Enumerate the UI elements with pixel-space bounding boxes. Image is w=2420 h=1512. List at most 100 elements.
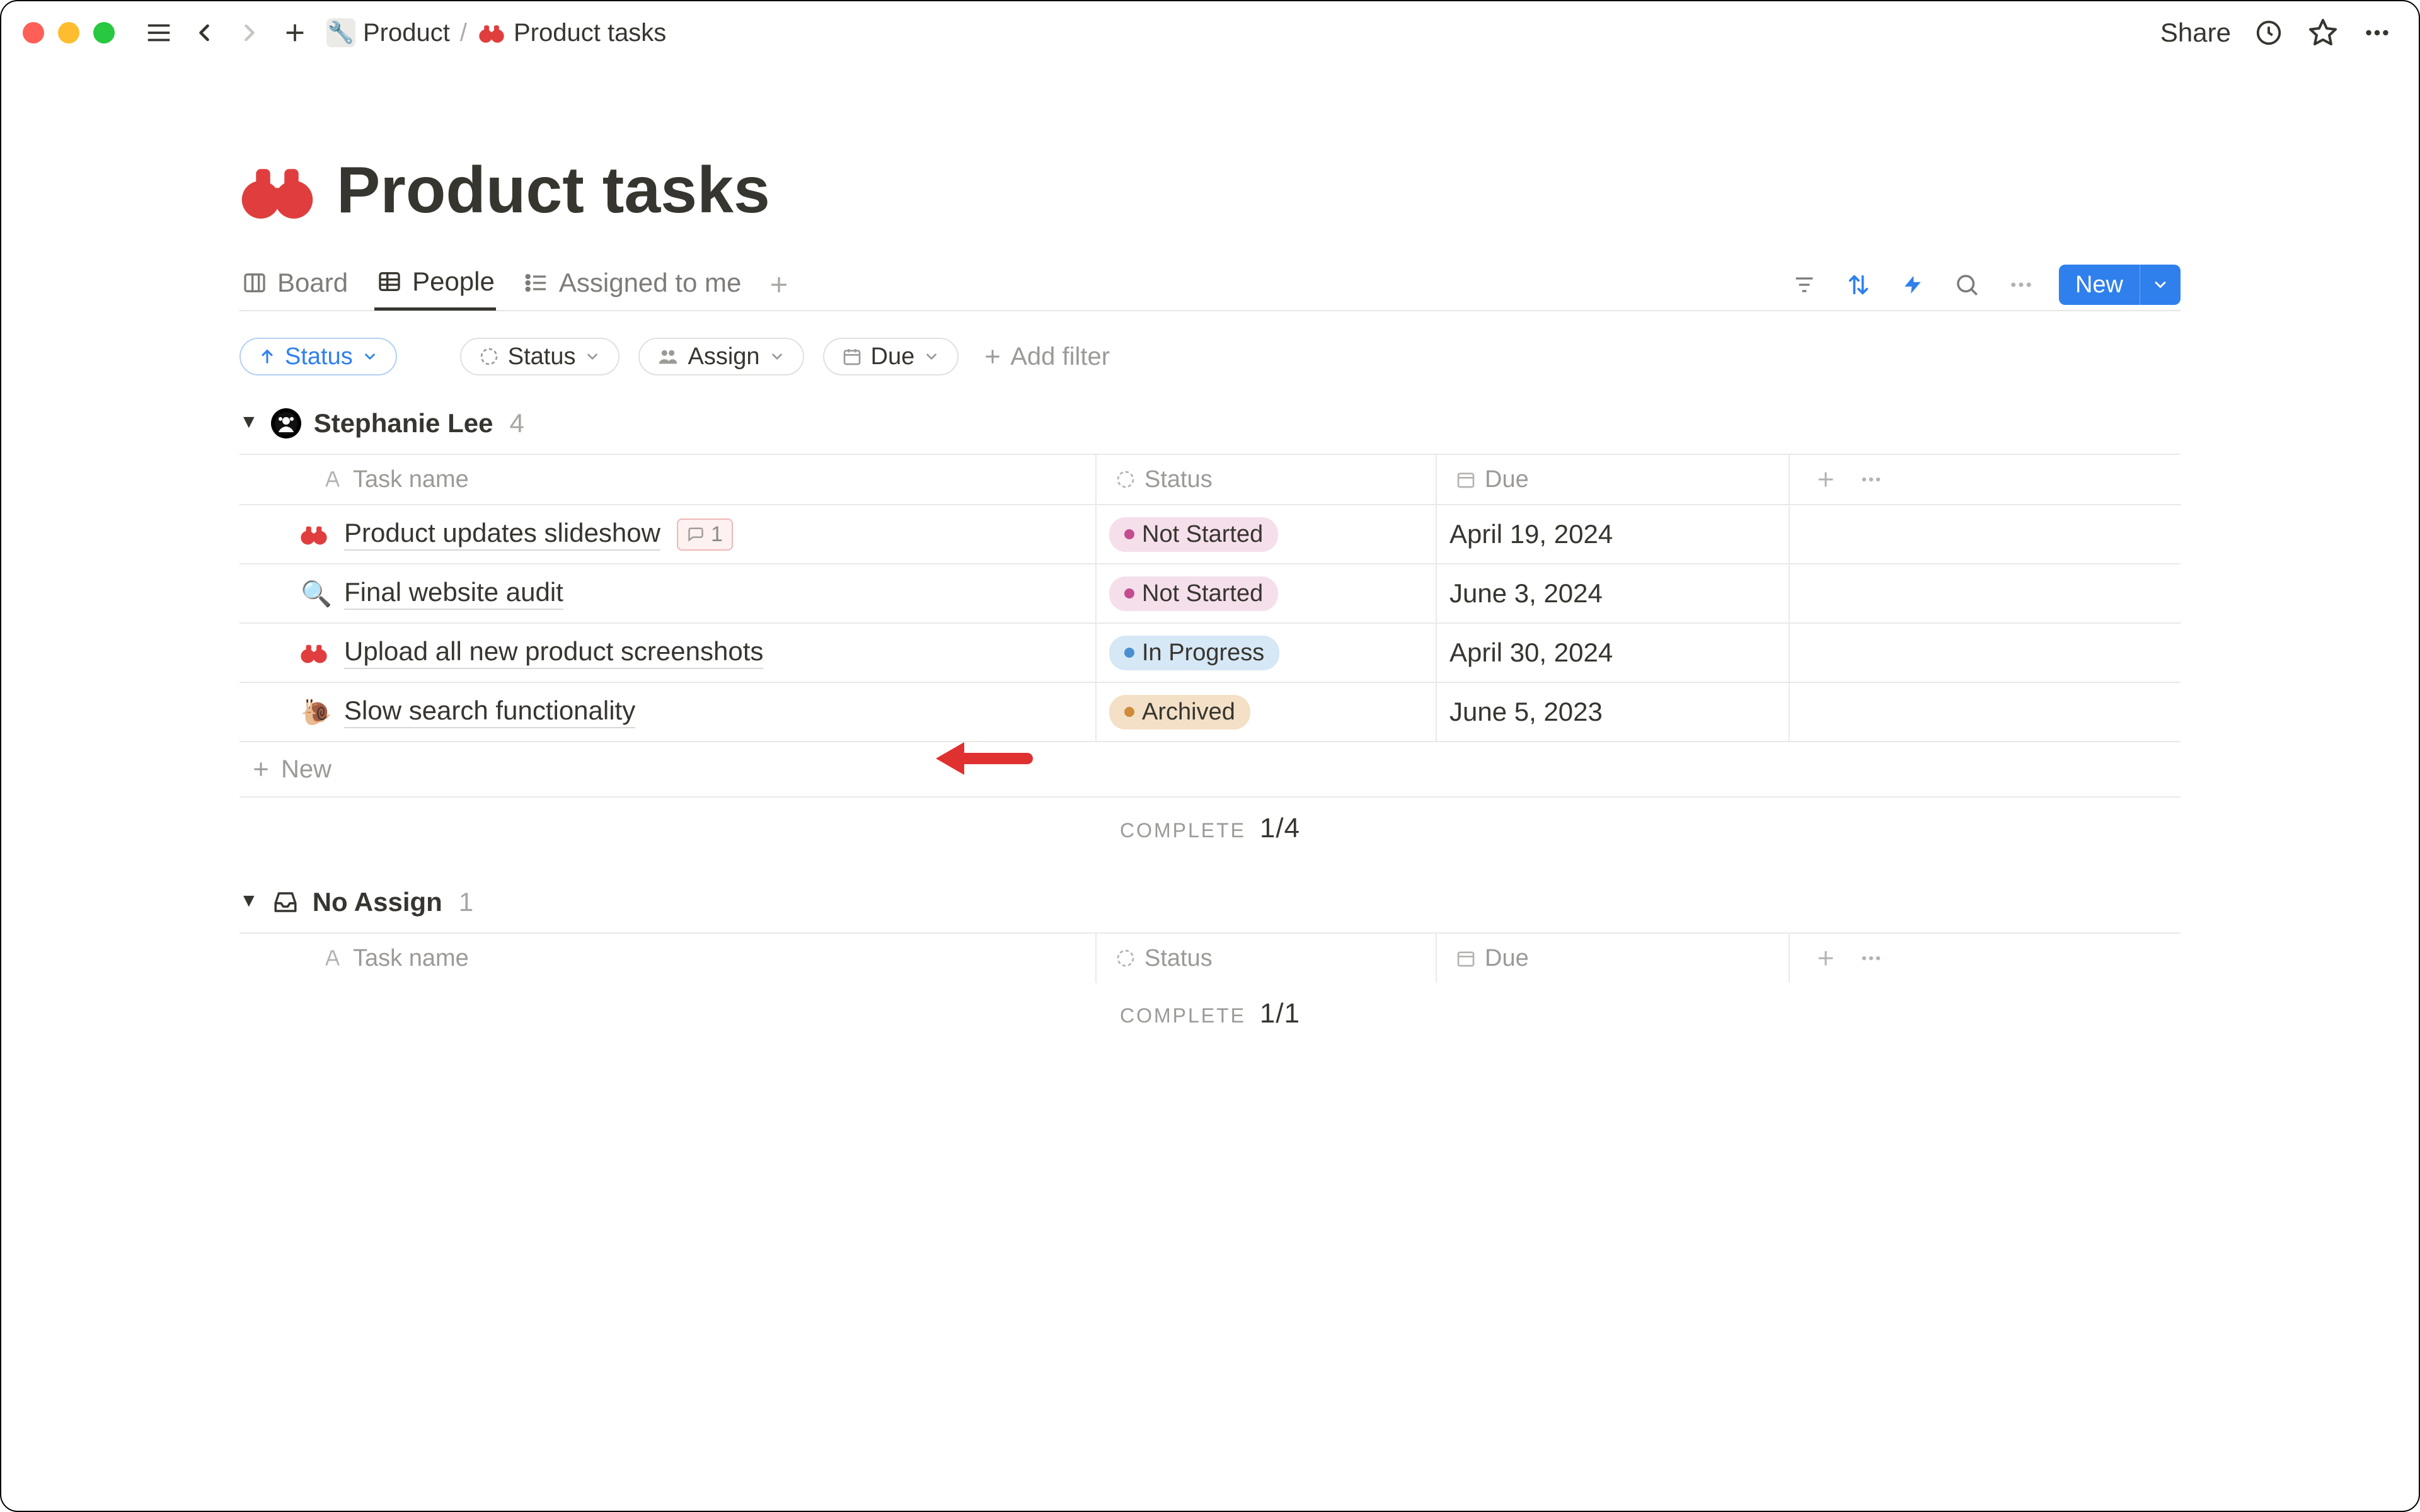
tab-board-label: Board	[277, 268, 348, 298]
column-status[interactable]: Status	[1097, 455, 1437, 504]
text-icon	[323, 469, 344, 490]
column-task-name[interactable]: Task name	[239, 455, 1097, 504]
breadcrumb-page[interactable]: Product tasks	[477, 18, 666, 47]
empty-cell	[1790, 505, 2181, 563]
column-status[interactable]: Status	[1097, 934, 1437, 983]
collapse-icon[interactable]: ▼	[239, 890, 258, 912]
favorite-icon[interactable]	[2307, 16, 2339, 49]
add-column-button[interactable]	[1815, 948, 1836, 969]
column-due[interactable]: Due	[1437, 455, 1790, 504]
window-controls	[23, 22, 115, 43]
column-task-label: Task name	[353, 945, 469, 972]
column-status-label: Status	[1144, 945, 1213, 972]
table-row[interactable]: Product updates slideshow 1 Not Started Apr…	[239, 504, 2181, 563]
task-name-cell[interactable]: 🔍Final website audit	[239, 564, 1097, 622]
filter-assign-pill[interactable]: Assign	[638, 338, 804, 375]
group-header-stephanie[interactable]: ▼ Stephanie Lee 4	[239, 402, 2181, 454]
new-button-dropdown[interactable]	[2140, 265, 2181, 305]
new-page-button[interactable]	[277, 15, 313, 50]
due-cell[interactable]: June 3, 2024	[1437, 564, 1790, 622]
status-cell[interactable]: Not Started	[1097, 564, 1437, 622]
tab-assigned-label: Assigned to me	[559, 268, 742, 298]
group-name: Stephanie Lee	[314, 408, 493, 438]
status-cell[interactable]: Not Started	[1097, 505, 1437, 563]
sidebar-toggle-button[interactable]	[141, 15, 176, 50]
table-row[interactable]: Upload all new product screenshotsIn Pro…	[239, 622, 2181, 682]
add-view-button[interactable]	[768, 273, 790, 296]
collapse-icon[interactable]: ▼	[239, 411, 258, 433]
add-column-button[interactable]	[1815, 469, 1836, 490]
tab-board[interactable]: Board	[239, 259, 349, 311]
complete-summary: COMPLETE 1/4	[239, 798, 2181, 881]
row-page-icon	[300, 639, 333, 667]
group-header-no-assign[interactable]: ▼ No Assign 1	[239, 881, 2181, 932]
task-title: Product updates slideshow	[344, 518, 660, 551]
automation-icon[interactable]	[1896, 268, 1929, 301]
complete-value: 1/1	[1260, 998, 1300, 1029]
nav-back-button[interactable]	[187, 15, 222, 50]
plus-icon	[251, 759, 271, 779]
column-options-icon[interactable]	[1859, 946, 1883, 970]
comment-count[interactable]: 1	[677, 518, 733, 551]
add-row-button[interactable]: New	[239, 741, 2181, 798]
table-row[interactable]: 🔍Final website auditNot StartedJune 3, 2…	[239, 563, 2181, 622]
column-due[interactable]: Due	[1437, 934, 1790, 983]
breadcrumb-product-label: Product	[363, 19, 450, 47]
status-cell[interactable]: In Progress	[1097, 624, 1437, 682]
column-task-label: Task name	[353, 466, 469, 493]
breadcrumb: 🔧 Product / Product tasks	[326, 18, 666, 47]
share-button[interactable]: Share	[2160, 18, 2231, 48]
chevron-down-icon	[362, 348, 378, 365]
minimize-window-button[interactable]	[58, 22, 79, 43]
nav-forward-button[interactable]	[232, 15, 267, 50]
add-filter-label: Add filter	[1010, 343, 1110, 371]
updates-icon[interactable]	[2252, 16, 2285, 49]
task-name-cell[interactable]: 🐌Slow search functionality	[239, 683, 1097, 741]
calendar-icon	[1456, 469, 1476, 490]
column-options-icon[interactable]	[1859, 467, 1883, 491]
view-options-icon[interactable]	[2005, 268, 2037, 301]
sort-icon[interactable]	[1842, 268, 1875, 301]
view-tabs: Board People Assigned to me	[239, 260, 2181, 311]
calendar-icon	[1456, 948, 1476, 968]
more-icon[interactable]	[2361, 16, 2394, 49]
breadcrumb-product[interactable]: 🔧 Product	[326, 18, 450, 47]
due-cell[interactable]: April 30, 2024	[1437, 624, 1790, 682]
due-cell[interactable]: April 19, 2024	[1437, 505, 1790, 563]
task-title: Slow search functionality	[344, 696, 635, 728]
tab-people[interactable]: People	[374, 259, 496, 311]
table-header: Task name Status Due	[239, 932, 2181, 983]
table-row[interactable]: 🐌Slow search functionalityArchivedJune 5…	[239, 682, 2181, 741]
column-task-name[interactable]: Task name	[239, 934, 1097, 983]
sort-pill[interactable]: Status	[239, 338, 397, 375]
breadcrumb-page-label: Product tasks	[514, 19, 666, 47]
wrench-icon: 🔧	[326, 18, 355, 47]
filter-icon[interactable]	[1788, 268, 1821, 301]
empty-cell	[1790, 624, 2181, 682]
avatar	[271, 408, 301, 438]
calendar-icon	[842, 346, 862, 367]
maximize-window-button[interactable]	[93, 22, 115, 43]
task-name-cell[interactable]: Upload all new product screenshots	[239, 624, 1097, 682]
status-cell[interactable]: Archived	[1097, 683, 1437, 741]
new-button[interactable]: New	[2059, 265, 2181, 305]
group-count: 4	[509, 408, 524, 438]
task-name-cell[interactable]: Product updates slideshow 1	[239, 505, 1097, 563]
filter-due-pill[interactable]: Due	[823, 338, 959, 375]
filter-status-pill[interactable]: Status	[460, 338, 620, 375]
table-header: Task name Status Due	[239, 454, 2181, 504]
status-icon	[479, 346, 499, 367]
column-due-label: Due	[1485, 466, 1529, 493]
page-title[interactable]: Product tasks	[337, 153, 770, 228]
row-page-icon	[300, 520, 333, 548]
add-filter-button[interactable]: Add filter	[977, 343, 1110, 371]
search-icon[interactable]	[1950, 268, 1983, 301]
due-cell[interactable]: June 5, 2023	[1437, 683, 1790, 741]
tab-assigned-to-me[interactable]: Assigned to me	[521, 259, 743, 311]
task-title: Final website audit	[344, 577, 563, 610]
task-table: Task name Status Due	[239, 454, 2181, 798]
people-icon	[657, 346, 679, 367]
close-window-button[interactable]	[23, 22, 44, 43]
page-icon[interactable]	[239, 152, 315, 228]
status-badge: Not Started	[1109, 517, 1278, 552]
